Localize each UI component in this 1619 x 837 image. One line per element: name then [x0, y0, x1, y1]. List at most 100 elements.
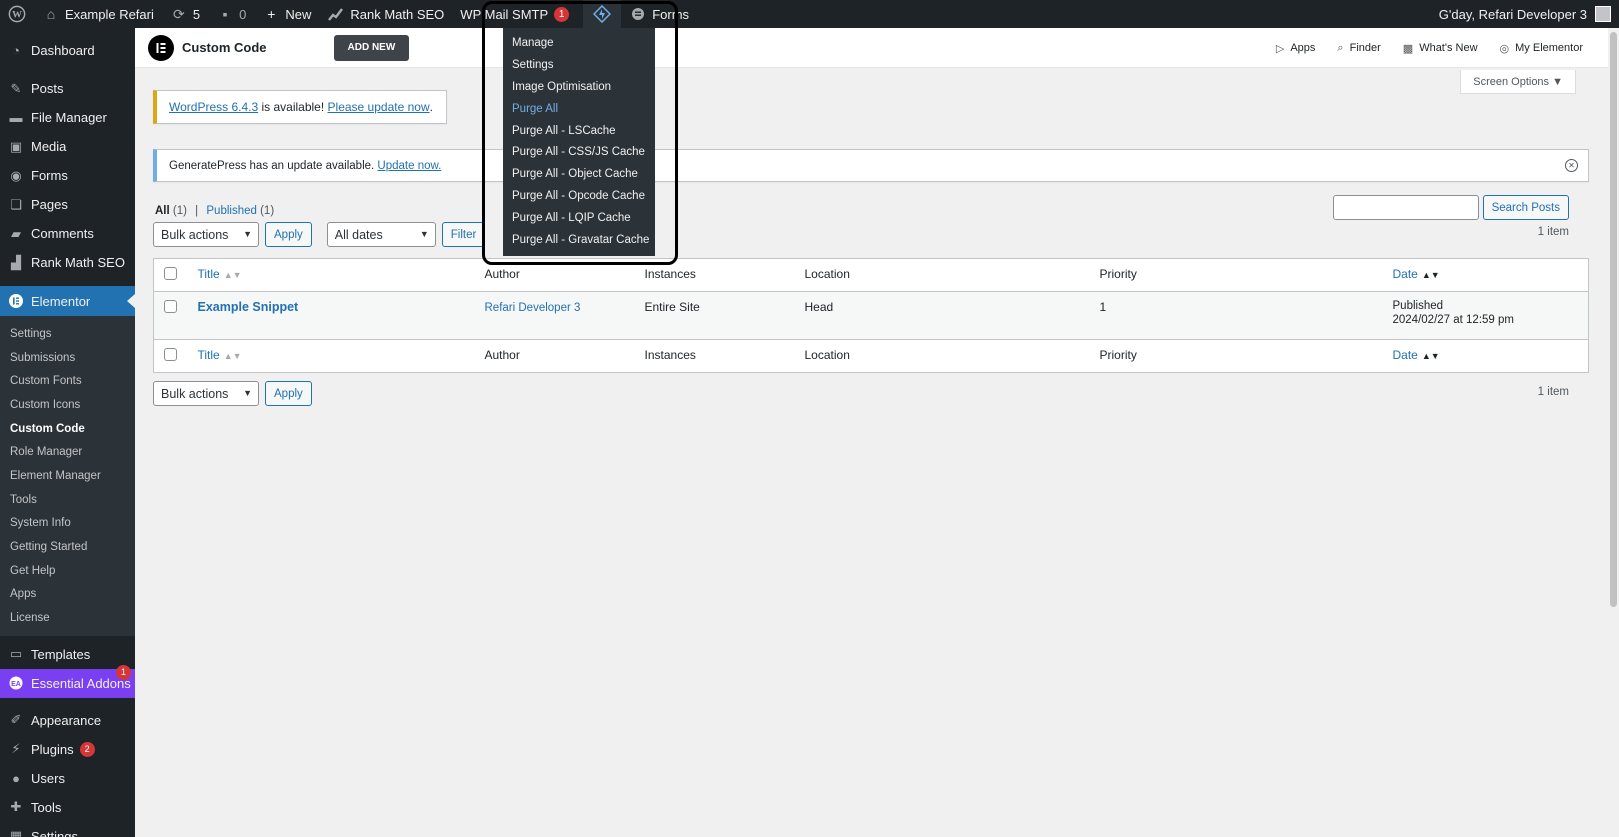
forms-icon: ◉ — [10, 167, 22, 183]
screen-options-button[interactable]: Screen Options ▼ — [1460, 70, 1576, 94]
submenu-submissions[interactable]: Submissions — [0, 346, 135, 370]
search-icon: ⌕ — [1337, 41, 1344, 54]
submenu-get-help[interactable]: Get Help — [0, 559, 135, 583]
filter-all-count: (1) — [172, 205, 187, 217]
my-elementor-label: My Elementor — [1515, 42, 1583, 54]
apply-button-bottom[interactable]: Apply — [265, 381, 312, 406]
sidebar-item-media[interactable]: ▣ Media — [0, 132, 135, 161]
dismiss-icon[interactable]: ✕ — [1565, 159, 1578, 172]
submenu-settings[interactable]: Settings — [0, 322, 135, 346]
folder-open-icon: ▭ — [9, 646, 23, 662]
forms-menu[interactable]: Forms — [621, 0, 697, 28]
litespeed-menu[interactable] — [583, 0, 622, 28]
menu-item-settings[interactable]: Settings — [503, 54, 655, 76]
submenu-custom-icons[interactable]: Custom Icons — [0, 393, 135, 417]
search-posts-button[interactable]: Search Posts — [1482, 195, 1569, 220]
sidebar-item-settings[interactable]: ▦ Settings — [0, 822, 135, 837]
elementor-submenu: Settings Submissions Custom Fonts Custom… — [0, 316, 135, 636]
apps-link[interactable]: ▷ Apps — [1276, 42, 1316, 55]
my-account-menu[interactable]: G'day, Refari Developer 3 — [1439, 0, 1611, 28]
sidebar-item-dashboard[interactable]: ◔ Dashboard — [0, 36, 135, 65]
page-scrollbar[interactable] — [1608, 28, 1619, 837]
submenu-role-manager[interactable]: Role Manager — [0, 440, 135, 464]
menu-item-purge-lscache[interactable]: Purge All - LSCache — [503, 120, 655, 142]
title-column-footer[interactable]: Title — [198, 348, 220, 362]
elementor-logo-icon — [148, 34, 174, 61]
rankmath-menu[interactable]: Rank Math SEO — [319, 0, 452, 28]
menu-item-purge-gravatar[interactable]: Purge All - Gravatar Cache — [503, 229, 655, 251]
sidebar-item-rank-math[interactable]: ▟ Rank Math SEO — [0, 248, 135, 277]
sidebar-item-pages[interactable]: ❏ Pages — [0, 190, 135, 219]
instances-column-header: Instances — [634, 258, 795, 292]
sidebar-item-essential-addons[interactable]: EA Essential Addons 1 — [0, 664, 135, 698]
sidebar-item-appearance[interactable]: ✐ Appearance — [0, 706, 135, 735]
avatar — [1595, 6, 1611, 22]
sidebar-item-forms[interactable]: ◉ Forms — [0, 161, 135, 190]
updates-menu[interactable]: ⟳ 5 — [162, 0, 208, 28]
search-input[interactable] — [1332, 195, 1479, 220]
scrollbar-thumb[interactable] — [1610, 32, 1617, 607]
wp-logo-menu[interactable]: W — [0, 0, 34, 28]
sidebar-item-posts[interactable]: ✎ Posts — [0, 74, 135, 103]
filter-all[interactable]: All — [155, 205, 170, 217]
submenu-getting-started[interactable]: Getting Started — [0, 535, 135, 559]
add-new-button[interactable]: ADD NEW — [333, 34, 410, 61]
menu-item-purge-all[interactable]: Purge All — [503, 98, 655, 120]
new-content-menu[interactable]: + New — [254, 0, 319, 28]
please-update-link[interactable]: Please update now — [328, 100, 430, 114]
whats-new-link[interactable]: ▩ What's New — [1403, 42, 1478, 55]
select-all-checkbox-bottom[interactable] — [164, 348, 177, 361]
row-checkbox[interactable] — [164, 300, 177, 313]
submenu-license[interactable]: License — [0, 606, 135, 630]
wp-version-link[interactable]: WordPress 6.4.3 — [169, 100, 258, 114]
submenu-apps[interactable]: Apps — [0, 583, 135, 607]
sidebar-item-templates[interactable]: ▭ Templates — [0, 640, 135, 669]
date-column-header[interactable]: Date — [1393, 267, 1418, 281]
select-all-checkbox[interactable] — [164, 267, 177, 280]
menu-item-image-optimisation[interactable]: Image Optimisation — [503, 76, 655, 98]
submenu-element-manager[interactable]: Element Manager — [0, 464, 135, 488]
date-column-footer[interactable]: Date — [1393, 348, 1418, 362]
wp-update-notice: WordPress 6.4.3 is available! Please upd… — [153, 90, 447, 124]
filter-button[interactable]: Filter — [441, 222, 486, 247]
title-column-header[interactable]: Title — [198, 267, 220, 281]
menu-item-purge-opcode[interactable]: Purge All - Opcode Cache — [503, 185, 655, 207]
author-link[interactable]: Refari Developer 3 — [485, 302, 581, 314]
dashboard-icon: ◔ — [12, 43, 20, 58]
my-elementor-link[interactable]: ◎ My Elementor — [1500, 42, 1583, 55]
sidebar-item-comments[interactable]: ▰ Comments — [0, 219, 135, 248]
sidebar-item-label: Templates — [31, 646, 91, 662]
submenu-tools[interactable]: Tools — [0, 488, 135, 512]
apply-button[interactable]: Apply — [265, 222, 312, 247]
sidebar-item-tools[interactable]: ✚ Tools — [0, 793, 135, 822]
date-filter-select[interactable]: All dates ▼ — [326, 222, 436, 247]
finder-link[interactable]: ⌕ Finder — [1337, 42, 1380, 55]
notice-end: . — [429, 100, 433, 114]
menu-item-purge-cssjs[interactable]: Purge All - CSS/JS Cache — [503, 141, 655, 163]
sidebar-item-file-manager[interactable]: ▬ File Manager — [0, 103, 135, 132]
all-dates-value: All dates — [334, 227, 383, 242]
submenu-custom-code[interactable]: Custom Code — [0, 417, 135, 441]
svg-text:W: W — [12, 10, 22, 21]
bulk-actions-select-bottom[interactable]: Bulk actions ▼ — [153, 381, 259, 406]
sidebar-item-plugins[interactable]: ⚡ Plugins 2 — [0, 735, 135, 764]
sidebar-item-users[interactable]: ● Users — [0, 764, 135, 793]
sort-icon: ▲▼ — [223, 270, 242, 280]
submenu-custom-fonts[interactable]: Custom Fonts — [0, 369, 135, 393]
comments-menu[interactable]: ▪ 0 — [208, 0, 254, 28]
elementor-header: Custom Code ADD NEW ▷ Apps ⌕ Finder ▩ Wh… — [135, 28, 1619, 68]
menu-item-purge-object[interactable]: Purge All - Object Cache — [503, 163, 655, 185]
site-name-menu[interactable]: ⌂ Example Refari — [34, 0, 162, 28]
greeting: G'day, Refari Developer 3 — [1438, 6, 1587, 22]
priority-column-footer: Priority — [1089, 339, 1383, 373]
submenu-system-info[interactable]: System Info — [0, 512, 135, 536]
snippet-title-link[interactable]: Example Snippet — [198, 300, 299, 314]
menu-item-purge-lqip[interactable]: Purge All - LQIP Cache — [503, 207, 655, 229]
date-cell: Published 2024/02/27 at 12:59 pm — [1383, 292, 1589, 340]
bulk-actions-select[interactable]: Bulk actions ▼ — [153, 222, 259, 247]
wpmail-smtp-menu[interactable]: WP Mail SMTP 1 — [452, 0, 577, 28]
menu-item-manage[interactable]: Manage — [503, 32, 655, 54]
filter-published[interactable]: Published — [206, 205, 257, 217]
update-now-link[interactable]: Update now. — [377, 160, 441, 172]
sidebar-item-elementor[interactable]: Elementor — [0, 286, 135, 316]
